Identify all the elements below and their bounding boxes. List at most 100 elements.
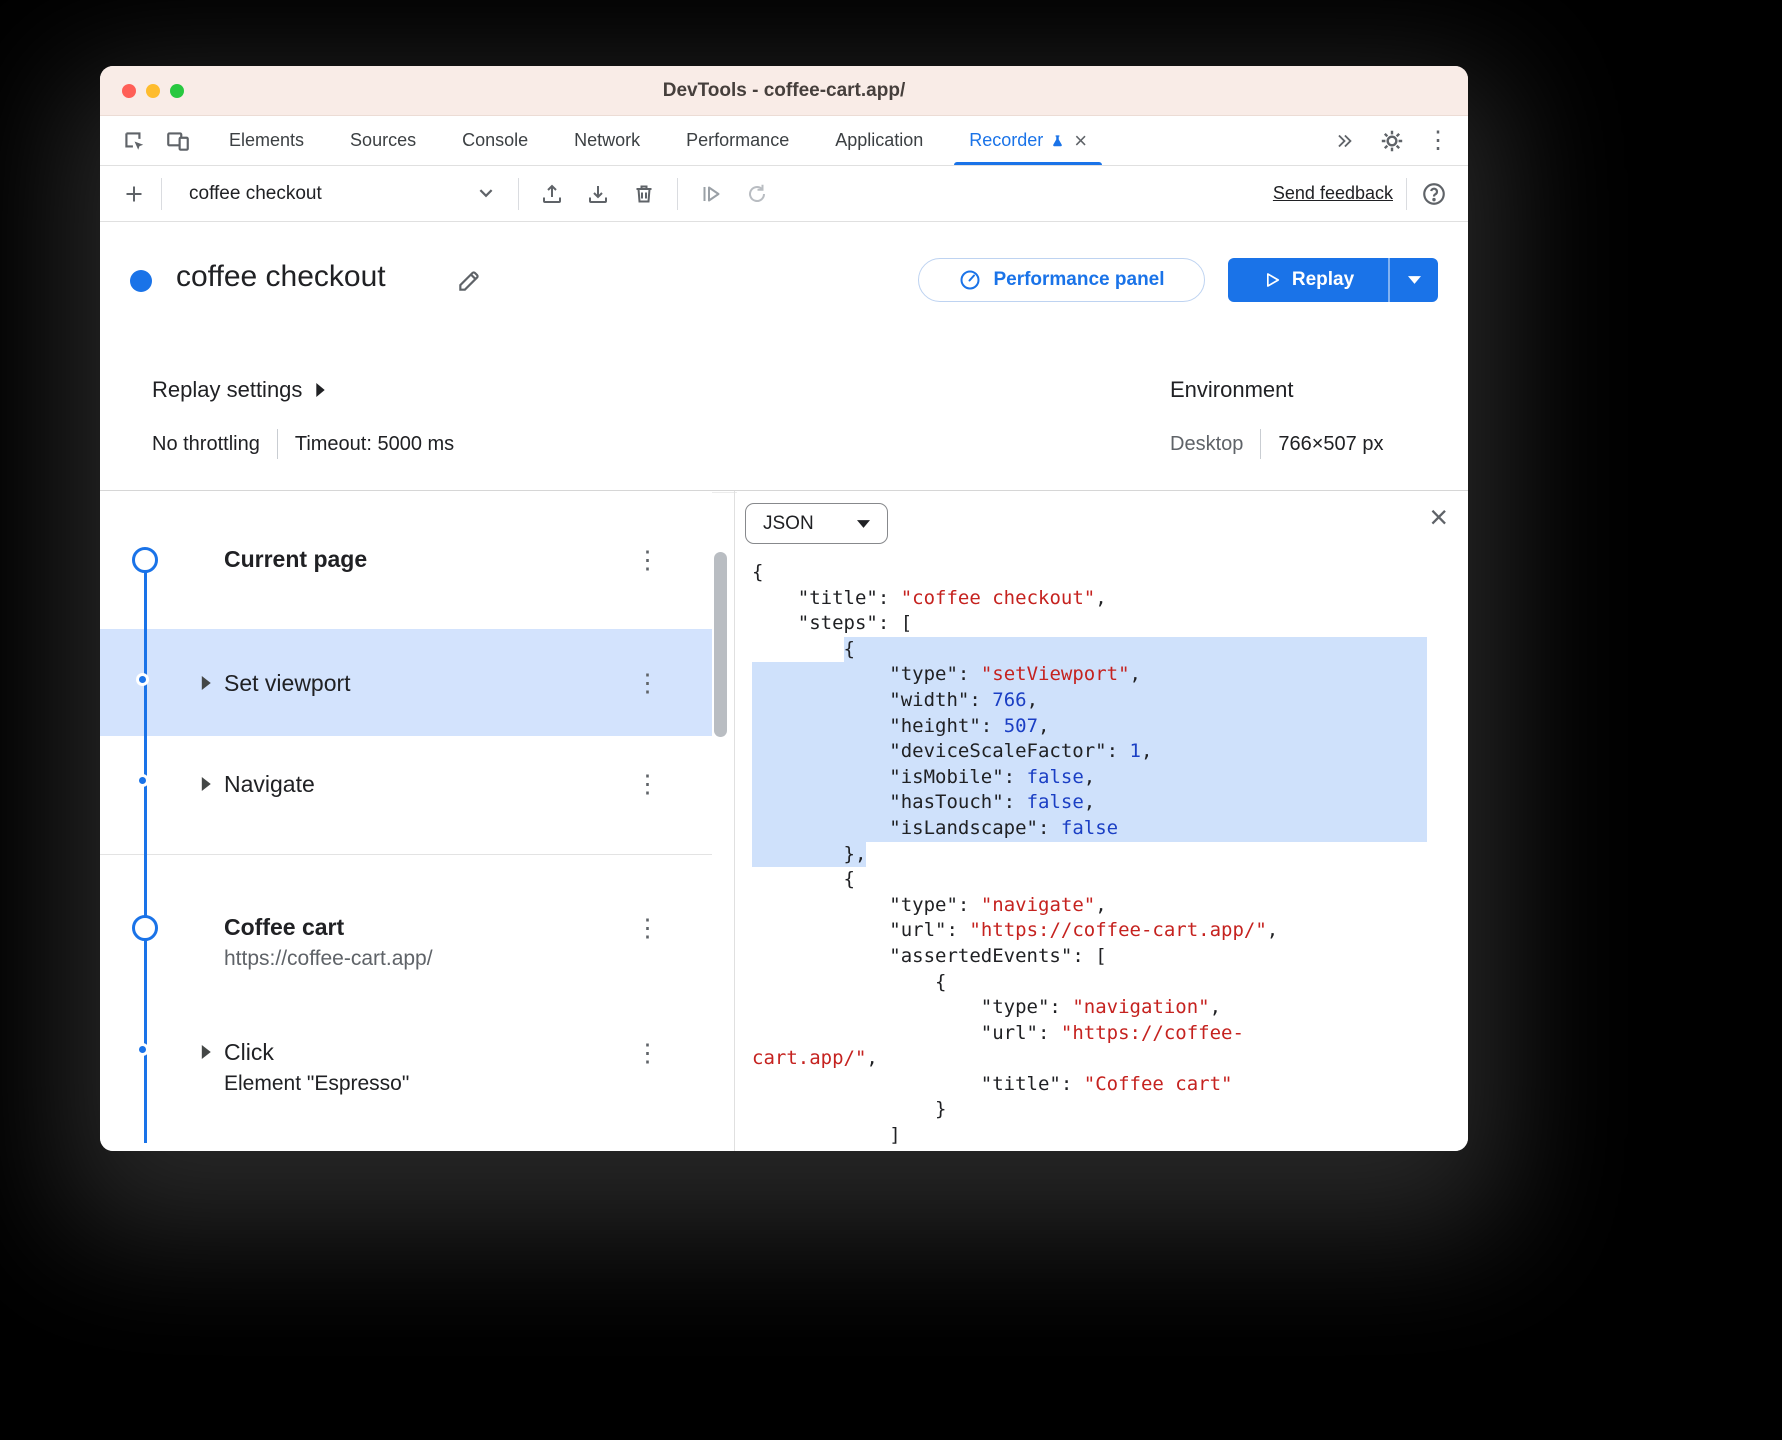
divider (677, 178, 678, 210)
step-title: Navigate (224, 770, 315, 798)
tab-label: Elements (229, 130, 304, 151)
timeline-node (132, 915, 158, 941)
throttling-value: No throttling (152, 433, 260, 456)
code-line: "width": 766, (737, 688, 1427, 714)
code-content: { "title": "coffee checkout", "steps": [… (737, 560, 1427, 1151)
code-line: { (737, 970, 1427, 996)
format-select[interactable]: JSON (745, 503, 888, 544)
divider (734, 491, 735, 1151)
recording-dot-icon (130, 270, 152, 292)
replay-button[interactable]: Replay (1228, 258, 1388, 302)
step-title: Set viewport (224, 669, 351, 697)
tab-network[interactable]: Network (551, 116, 663, 165)
environment-label: Environment (1170, 377, 1294, 403)
help-icon[interactable] (1420, 180, 1448, 208)
rerun-icon[interactable] (743, 180, 771, 208)
timeline-node (132, 547, 158, 573)
environment-device: Desktop (1170, 433, 1243, 456)
step-row-current-page[interactable]: Current page ⋮ (100, 491, 712, 629)
divider (1406, 178, 1407, 210)
code-line: "title": "coffee checkout", (737, 586, 1427, 612)
code-line: "height": 507, (737, 714, 1427, 740)
replay-settings-label: Replay settings (152, 377, 302, 403)
selection-highlight: "width": 766, (752, 688, 1427, 714)
code-line: "type": "navigation", (737, 995, 1427, 1021)
settings-section: Replay settings No throttling Timeout: 5… (100, 337, 1468, 490)
code-line: "isMobile": false, (737, 765, 1427, 791)
step-menu-icon[interactable]: ⋮ (635, 772, 660, 797)
inspect-element-icon[interactable] (120, 127, 148, 155)
add-recording-icon[interactable] (120, 180, 148, 208)
tabbar-right: ⋮ (1330, 116, 1468, 165)
code-line: { (737, 637, 1427, 663)
step-row-coffee-cart[interactable]: Coffee cart https://coffee-cart.app/ ⋮ (100, 855, 712, 1002)
tab-console[interactable]: Console (439, 116, 551, 165)
code-line: ] (737, 1123, 1427, 1149)
code-line: "deviceScaleFactor": 1, (737, 739, 1427, 765)
more-tabs-icon[interactable] (1330, 127, 1358, 155)
code-line: { (737, 560, 1427, 586)
expand-step-icon[interactable] (200, 1045, 212, 1059)
step-row-set-viewport[interactable]: Set viewport ⋮ (100, 629, 712, 736)
export-recording-icon[interactable] (584, 180, 612, 208)
window-title: DevTools - coffee-cart.app/ (100, 66, 1468, 116)
timeout-value: Timeout: 5000 ms (295, 433, 454, 456)
tab-performance[interactable]: Performance (663, 116, 812, 165)
tab-elements[interactable]: Elements (206, 116, 327, 165)
experiment-icon (1050, 133, 1065, 149)
code-line: }, (737, 842, 1427, 868)
code-panel: JSON × { "title": "coffee checkout", "st… (737, 491, 1468, 1151)
tab-bar: Elements Sources Console NetworkPerformance… (100, 116, 1468, 166)
expand-step-icon[interactable] (200, 676, 212, 690)
step-over-icon[interactable] (697, 180, 725, 208)
performance-panel-button[interactable]: Performance panel (918, 258, 1205, 302)
code-line: "url": "https://coffee-cart.app/", (737, 918, 1427, 944)
step-body: Navigate (224, 770, 315, 798)
send-feedback-link[interactable]: Send feedback (1273, 183, 1393, 204)
step-body: ClickElement "Espresso" (224, 1038, 409, 1097)
step-row-click[interactable]: ClickElement "Espresso" ⋮ (100, 1002, 712, 1151)
step-menu-icon[interactable]: ⋮ (635, 548, 660, 573)
close-code-panel-icon[interactable]: × (1429, 501, 1448, 533)
step-menu-icon[interactable]: ⋮ (635, 916, 660, 941)
tab-label: Recorder (969, 130, 1043, 151)
steps-scrollbar[interactable] (714, 552, 727, 737)
delete-recording-icon[interactable] (630, 180, 658, 208)
tab-recorder[interactable]: Recorder × (946, 116, 1110, 165)
chevron-down-icon (479, 189, 493, 198)
step-body: Current page (224, 545, 367, 573)
divider (1260, 429, 1261, 459)
code-line: "type": "navigate", (737, 893, 1427, 919)
step-row-navigate[interactable]: Navigate ⋮ (100, 736, 712, 831)
recording-actions (538, 180, 658, 208)
edit-title-icon[interactable] (456, 268, 482, 299)
code-line: "type": "setViewport", (737, 662, 1427, 688)
tab-label: Console (462, 130, 528, 151)
recording-select[interactable]: coffee checkout (175, 174, 505, 214)
step-menu-icon[interactable]: ⋮ (635, 671, 660, 696)
device-toolbar-icon[interactable] (164, 127, 192, 155)
expand-step-icon[interactable] (200, 777, 212, 791)
step-subtitle: Element "Espresso" (224, 1070, 409, 1097)
replay-button-group: Replay (1228, 258, 1438, 302)
tab-sources[interactable]: Sources (327, 116, 439, 165)
tab-close-icon[interactable]: × (1074, 130, 1087, 152)
replay-settings-toggle[interactable]: Replay settings (152, 377, 325, 403)
active-tab-underline (954, 162, 1102, 165)
timeline-node (136, 1043, 149, 1056)
performance-panel-label: Performance panel (993, 269, 1164, 291)
settings-gear-icon[interactable] (1378, 127, 1406, 155)
dropdown-arrow-icon (1408, 276, 1421, 284)
devtools-menu-icon[interactable]: ⋮ (1426, 129, 1450, 153)
step-subtitle: https://coffee-cart.app/ (224, 945, 433, 972)
import-recording-icon[interactable] (538, 180, 566, 208)
replay-settings-values: No throttling Timeout: 5000 ms (152, 429, 454, 459)
step-menu-icon[interactable]: ⋮ (635, 1041, 660, 1066)
code-line: } (737, 1097, 1427, 1123)
environment-viewport: 766×507 px (1278, 433, 1383, 456)
replay-options-button[interactable] (1388, 258, 1438, 302)
timeline-node (136, 774, 149, 787)
step-title: Coffee cart (224, 913, 344, 941)
tab-application[interactable]: Application (812, 116, 946, 165)
titlebar: DevTools - coffee-cart.app/ (100, 66, 1468, 116)
